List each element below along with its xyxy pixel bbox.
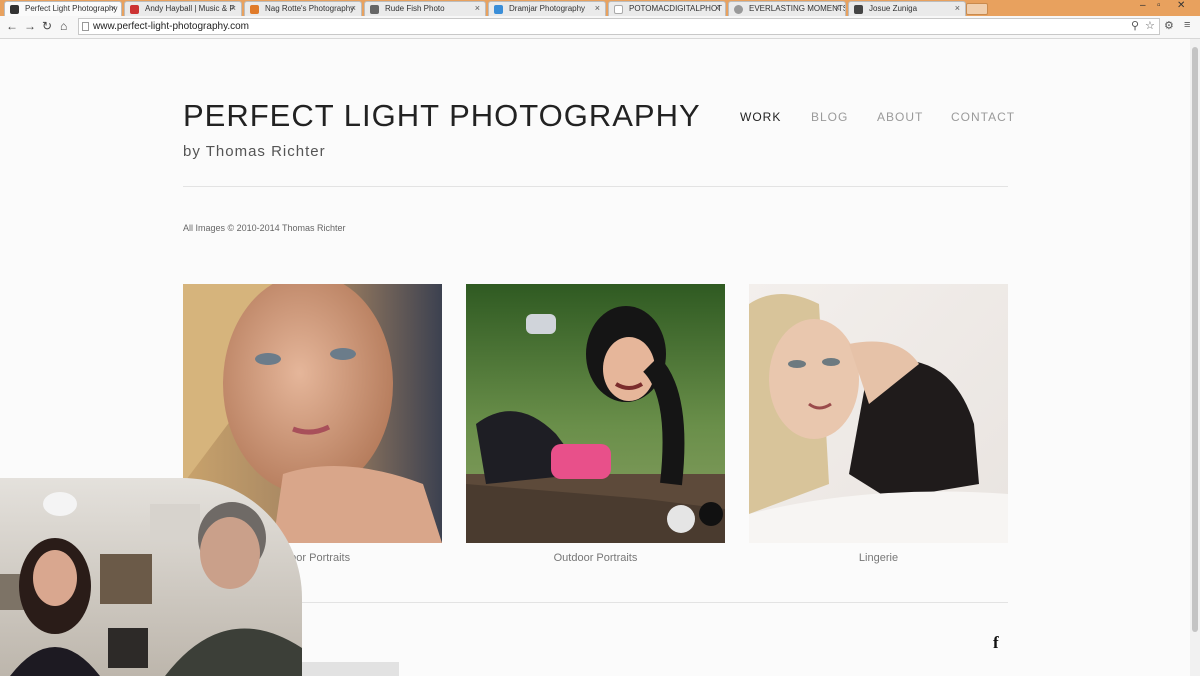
close-window-icon[interactable]: ✕ (1177, 0, 1185, 11)
tab-label: EVERLASTING MOMENTS (749, 4, 846, 13)
site-favicon-icon (854, 5, 863, 14)
address-bar[interactable]: www.perfect-light-photography.com (78, 18, 1160, 35)
site-favicon-icon (250, 5, 259, 14)
caption-outdoor-portraits[interactable]: Outdoor Portraits (466, 552, 725, 564)
site-title[interactable]: PERFECT LIGHT PHOTOGRAPHY (183, 98, 701, 134)
back-arrow-icon[interactable]: ← (6, 19, 18, 33)
star-icon[interactable]: ☆ (1145, 19, 1155, 32)
webcam-overlay (0, 478, 302, 676)
nav-work[interactable]: WORK (740, 110, 781, 124)
page-icon (82, 22, 89, 31)
close-tab-icon[interactable]: × (231, 3, 236, 13)
tab-rude-fish[interactable]: Rude Fish Photo × (364, 1, 486, 16)
tab-label: Dramjar Photography (509, 4, 586, 13)
tab-label: Perfect Light Photography (25, 4, 118, 13)
zoom-icon[interactable]: ⚲ (1131, 19, 1139, 32)
site-favicon-icon (734, 5, 743, 14)
close-tab-icon[interactable]: × (715, 3, 720, 13)
browser-toolbar: ← → ↻ ⌂ www.perfect-light-photography.co… (0, 16, 1200, 39)
tab-nag-rotte[interactable]: Nag Rotte's Photography × (244, 1, 362, 16)
site-favicon-icon (494, 5, 503, 14)
close-tab-icon[interactable]: × (111, 3, 116, 13)
tab-perfect-light[interactable]: Perfect Light Photography × (4, 1, 122, 16)
horizontal-scrollbar[interactable] (295, 662, 399, 676)
gallery-tile-lingerie[interactable] (749, 284, 1008, 543)
close-tab-icon[interactable]: × (595, 3, 600, 13)
copyright-text: All Images © 2010-2014 Thomas Richter (183, 223, 346, 233)
tab-andy-hayball[interactable]: Andy Hayball | Music & P × (124, 1, 242, 16)
ah-favicon-icon (130, 5, 139, 14)
blank-favicon-icon (614, 5, 623, 14)
close-tab-icon[interactable]: × (351, 3, 356, 13)
new-tab-button[interactable] (966, 3, 988, 15)
camera-favicon-icon (10, 5, 19, 14)
tab-josue[interactable]: Josue Zuniga × (848, 1, 966, 16)
tab-dramjar[interactable]: Dramjar Photography × (488, 1, 606, 16)
tab-label: Nag Rotte's Photography (265, 4, 355, 13)
facebook-icon[interactable]: f (993, 633, 999, 653)
tab-label: POTOMACDIGITALPHOT (629, 4, 723, 13)
site-subtitle: by Thomas Richter (183, 143, 326, 160)
forward-arrow-icon[interactable]: → (24, 19, 36, 33)
maximize-icon[interactable]: ▫ (1157, 0, 1161, 11)
nav-about[interactable]: ABOUT (877, 110, 923, 124)
tab-everlasting[interactable]: EVERLASTING MOMENTS × (728, 1, 846, 16)
minimize-icon[interactable]: – (1140, 0, 1146, 11)
lingerie-photo (749, 284, 1008, 543)
gallery-tile-outdoor-portraits[interactable] (466, 284, 725, 543)
nav-blog[interactable]: BLOG (811, 110, 848, 124)
tab-label: Andy Hayball | Music & P (145, 4, 235, 13)
extension-icon[interactable]: ⚙ (1164, 19, 1174, 32)
browser-tab-strip: Perfect Light Photography × Andy Hayball… (0, 0, 1200, 16)
header-divider (183, 186, 1008, 187)
home-icon[interactable]: ⌂ (60, 19, 67, 33)
tab-label: Josue Zuniga (869, 4, 918, 13)
caption-lingerie[interactable]: Lingerie (749, 552, 1008, 564)
vertical-scrollbar[interactable] (1190, 39, 1200, 676)
scrollbar-thumb[interactable] (1192, 47, 1198, 632)
nav-contact[interactable]: CONTACT (951, 110, 1015, 124)
tab-label: Rude Fish Photo (385, 4, 445, 13)
footer-divider (183, 602, 1008, 603)
close-tab-icon[interactable]: × (835, 3, 840, 13)
menu-icon[interactable]: ≡ (1184, 19, 1190, 31)
reload-icon[interactable]: ↻ (42, 19, 52, 33)
url-text: www.perfect-light-photography.com (93, 21, 249, 32)
tab-potomac[interactable]: POTOMACDIGITALPHOT × (608, 1, 726, 16)
outdoor-portrait-photo (466, 284, 725, 543)
site-favicon-icon (370, 5, 379, 14)
close-tab-icon[interactable]: × (955, 3, 960, 13)
close-tab-icon[interactable]: × (475, 3, 480, 13)
webcam-video-feed (0, 478, 302, 676)
